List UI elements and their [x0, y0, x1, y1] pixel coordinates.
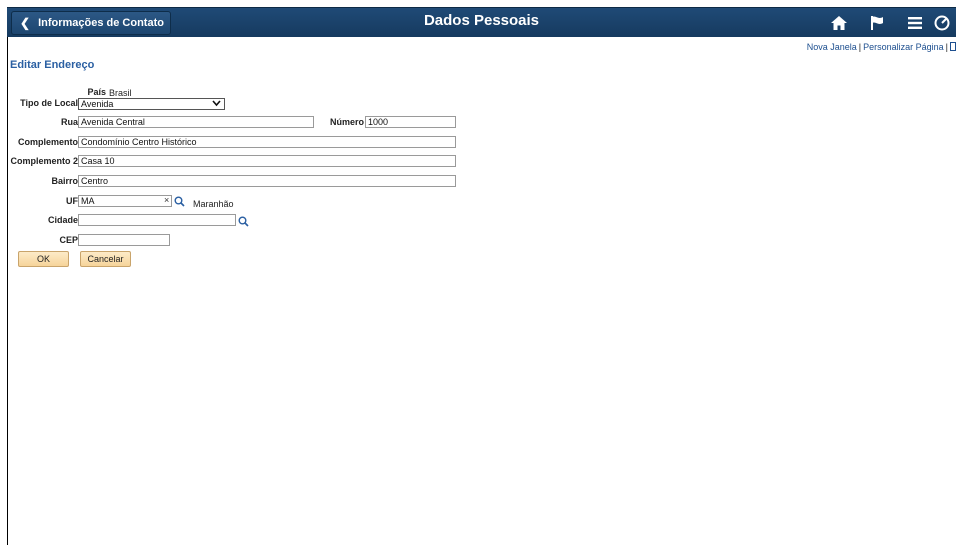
back-button[interactable]: ❮ Informações de Contato	[11, 11, 171, 35]
complement-input[interactable]	[78, 136, 456, 148]
top-banner: ❮ Informações de Contato Dados Pessoais	[7, 7, 956, 37]
home-icon[interactable]	[820, 11, 858, 35]
location-type-select[interactable]: Avenida	[78, 98, 225, 110]
flag-icon[interactable]	[858, 11, 896, 35]
personalize-page-link[interactable]: Personalizar Página	[863, 42, 944, 52]
country-value: Brasil	[109, 88, 132, 98]
page-links: Nova Janela | Personalizar Página |	[807, 42, 956, 52]
city-label: Cidade	[47, 215, 78, 225]
district-input[interactable]	[78, 175, 456, 187]
complement2-input[interactable]	[78, 155, 456, 167]
street-label: Rua	[60, 117, 78, 127]
state-lookup-icon[interactable]	[174, 194, 185, 212]
clear-icon[interactable]: ×	[164, 195, 169, 205]
location-type-value: Avenida	[81, 99, 114, 109]
navbar-icon[interactable]	[934, 11, 956, 35]
chevron-left-icon: ❮	[20, 16, 31, 30]
back-button-label: Informações de Contato	[38, 17, 164, 29]
postal-code-label: CEP	[59, 235, 78, 245]
help-icon[interactable]	[950, 42, 956, 51]
complement2-label: Complemento 2	[10, 156, 78, 166]
section-title: Editar Endereço	[10, 59, 95, 71]
state-label: UF	[66, 196, 78, 206]
new-window-link[interactable]: Nova Janela	[807, 42, 857, 52]
location-type-label: Tipo de Local	[20, 98, 78, 108]
complement-label: Complemento	[17, 137, 78, 147]
menu-icon[interactable]	[896, 11, 934, 35]
ok-button[interactable]: OK	[18, 251, 69, 267]
number-label: Número	[329, 117, 364, 127]
banner-actions	[820, 11, 956, 35]
postal-code-input[interactable]	[78, 234, 170, 246]
city-input[interactable]	[78, 214, 236, 226]
state-description: Maranhão	[193, 199, 234, 209]
chevron-down-icon	[212, 99, 221, 109]
street-input[interactable]	[78, 116, 314, 128]
country-label: País	[87, 87, 106, 97]
city-lookup-icon[interactable]	[238, 214, 249, 232]
state-input[interactable]	[78, 195, 172, 207]
cancel-button[interactable]: Cancelar	[80, 251, 131, 267]
page-frame	[7, 7, 956, 545]
number-input[interactable]	[365, 116, 456, 128]
district-label: Bairro	[51, 176, 78, 186]
